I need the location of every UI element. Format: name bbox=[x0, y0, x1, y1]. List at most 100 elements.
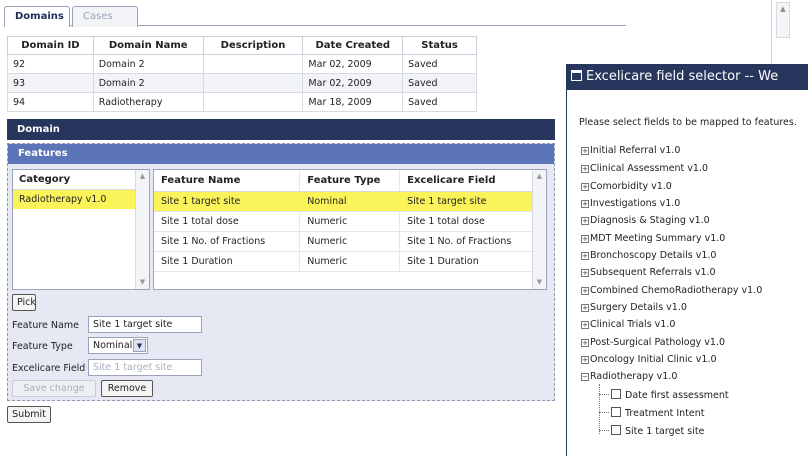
feature-scrollbar[interactable]: ▲ ▼ bbox=[532, 170, 546, 289]
cell-feature-type: Numeric bbox=[299, 231, 401, 252]
tree-item-post-surgical-pathology[interactable]: + Post-Surgical Pathology v1.0 bbox=[581, 337, 725, 348]
feature-row[interactable]: Site 1 target site Nominal Site 1 target… bbox=[154, 191, 534, 212]
col-status[interactable]: Status bbox=[402, 36, 477, 55]
feature-row[interactable]: Site 1 No. of Fractions Numeric Site 1 N… bbox=[154, 231, 534, 252]
cell-date-created: Mar 02, 2009 bbox=[302, 73, 404, 93]
page-scrollbar[interactable]: ▲ bbox=[776, 2, 790, 38]
scroll-down-icon[interactable]: ▼ bbox=[533, 276, 546, 289]
tree-item-label: Comorbidity v1.0 bbox=[590, 181, 672, 192]
category-item-radiotherapy[interactable]: Radiotherapy v1.0 bbox=[13, 190, 135, 209]
tree-item-label: MDT Meeting Summary v1.0 bbox=[590, 233, 726, 244]
pick-button[interactable]: Pick bbox=[12, 294, 36, 311]
plus-box-icon[interactable]: + bbox=[581, 165, 589, 173]
table-row[interactable]: 92 Domain 2 Mar 02, 2009 Saved bbox=[7, 54, 477, 74]
field-selector-popup: Excelicare field selector -- We Please s… bbox=[566, 64, 808, 456]
cell-domain-id: 92 bbox=[7, 54, 94, 74]
cell-date-created: Mar 02, 2009 bbox=[302, 54, 404, 74]
minus-box-icon[interactable]: − bbox=[581, 373, 589, 381]
tree-child-site-1-target-site[interactable]: Site 1 target site bbox=[599, 425, 704, 437]
tree-item-clinical-trials[interactable]: + Clinical Trials v1.0 bbox=[581, 319, 675, 330]
checkbox-icon[interactable] bbox=[611, 407, 621, 417]
col-excelicare-field[interactable]: Excelicare Field bbox=[399, 170, 534, 192]
cell-domain-id: 94 bbox=[7, 92, 94, 112]
cell-excelicare-field: Site 1 total dose bbox=[399, 211, 534, 232]
remove-button[interactable]: Remove bbox=[101, 380, 153, 397]
col-domain-id[interactable]: Domain ID bbox=[7, 36, 94, 55]
feature-row[interactable]: Site 1 total dose Numeric Site 1 total d… bbox=[154, 211, 534, 232]
plus-box-icon[interactable]: + bbox=[581, 183, 589, 191]
tree-item-investigations[interactable]: + Investigations v1.0 bbox=[581, 198, 680, 209]
tree-child-treatment-intent[interactable]: Treatment Intent bbox=[599, 407, 705, 419]
plus-box-icon[interactable]: + bbox=[581, 269, 589, 277]
tab-domains[interactable]: Domains bbox=[4, 6, 70, 27]
tab-cases[interactable]: Cases bbox=[72, 6, 138, 27]
chevron-down-icon[interactable]: ▼ bbox=[133, 339, 146, 352]
table-row[interactable]: 94 Radiotherapy Mar 18, 2009 Saved bbox=[7, 92, 477, 112]
tree-item-radiotherapy[interactable]: − Radiotherapy v1.0 bbox=[581, 371, 677, 382]
cell-excelicare-field: Site 1 Duration bbox=[399, 251, 534, 272]
feature-type-select[interactable]: Nominal ▼ bbox=[88, 337, 148, 354]
col-description[interactable]: Description bbox=[202, 36, 304, 55]
cell-feature-name: Site 1 Duration bbox=[154, 251, 301, 272]
tree-item-subsequent-referrals[interactable]: + Subsequent Referrals v1.0 bbox=[581, 267, 716, 278]
excelicare-field-input[interactable]: Site 1 target site bbox=[88, 359, 202, 376]
features-section-header[interactable]: Features bbox=[8, 144, 554, 164]
tree-branch bbox=[599, 394, 609, 395]
plus-box-icon[interactable]: + bbox=[581, 235, 589, 243]
col-feature-type[interactable]: Feature Type bbox=[299, 170, 401, 192]
plus-box-icon[interactable]: + bbox=[581, 147, 589, 155]
plus-box-icon[interactable]: + bbox=[581, 356, 589, 364]
feature-table-header: Feature Name Feature Type Excelicare Fie… bbox=[154, 170, 534, 192]
tree-item-combined-chemoradiotherapy[interactable]: + Combined ChemoRadiotherapy v1.0 bbox=[581, 285, 762, 296]
tree-item-mdt-meeting-summary[interactable]: + MDT Meeting Summary v1.0 bbox=[581, 233, 725, 244]
tree-item-surgery-details[interactable]: + Surgery Details v1.0 bbox=[581, 302, 687, 313]
save-change-button[interactable]: Save change bbox=[12, 380, 96, 397]
tree-item-label: Surgery Details v1.0 bbox=[590, 302, 687, 313]
tree-item-clinical-assessment[interactable]: + Clinical Assessment v1.0 bbox=[581, 163, 708, 174]
tree-item-initial-referral[interactable]: + Initial Referral v1.0 bbox=[581, 145, 680, 156]
cell-domain-id: 93 bbox=[7, 73, 94, 93]
plus-box-icon[interactable]: + bbox=[581, 304, 589, 312]
tree-item-label: Investigations v1.0 bbox=[590, 198, 681, 209]
checkbox-icon[interactable] bbox=[611, 425, 621, 435]
tree-item-bronchoscopy-details[interactable]: + Bronchoscopy Details v1.0 bbox=[581, 250, 716, 261]
feature-name-input[interactable]: Site 1 target site bbox=[88, 316, 202, 333]
cell-feature-name: Site 1 No. of Fractions bbox=[154, 231, 301, 252]
checkbox-icon[interactable] bbox=[611, 389, 621, 399]
category-scrollbar[interactable]: ▲ ▼ bbox=[135, 170, 149, 289]
plus-box-icon[interactable]: + bbox=[581, 217, 589, 225]
submit-button[interactable]: Submit bbox=[7, 406, 51, 423]
domain-section-header[interactable]: Domain bbox=[7, 119, 555, 140]
popup-titlebar[interactable]: Excelicare field selector -- We bbox=[567, 64, 808, 90]
cell-excelicare-field: Site 1 target site bbox=[399, 191, 534, 212]
scroll-up-icon[interactable]: ▲ bbox=[777, 3, 789, 15]
tree-item-oncology-initial-clinic[interactable]: + Oncology Initial Clinic v1.0 bbox=[581, 354, 717, 365]
col-domain-name[interactable]: Domain Name bbox=[92, 36, 204, 55]
feature-row[interactable]: Site 1 Duration Numeric Site 1 Duration bbox=[154, 251, 534, 272]
feature-type-label: Feature Type bbox=[12, 341, 73, 352]
plus-box-icon[interactable]: + bbox=[581, 200, 589, 208]
tree-item-label: Post-Surgical Pathology v1.0 bbox=[590, 337, 726, 348]
cell-excelicare-field: Site 1 No. of Fractions bbox=[399, 231, 534, 252]
cell-description bbox=[202, 54, 304, 74]
plus-box-icon[interactable]: + bbox=[581, 339, 589, 347]
scroll-up-icon[interactable]: ▲ bbox=[533, 170, 546, 183]
tree-item-diagnosis-staging[interactable]: + Diagnosis & Staging v1.0 bbox=[581, 215, 710, 226]
col-date-created[interactable]: Date Created bbox=[302, 36, 404, 55]
tree-item-label: Radiotherapy v1.0 bbox=[590, 371, 678, 382]
tree-branch bbox=[599, 412, 609, 413]
cell-domain-name: Domain 2 bbox=[92, 73, 204, 93]
cell-status: Saved bbox=[402, 73, 477, 93]
scroll-up-icon[interactable]: ▲ bbox=[136, 170, 149, 183]
tree-child-date-first-assessment[interactable]: Date first assessment bbox=[599, 389, 729, 401]
tree-item-label: Bronchoscopy Details v1.0 bbox=[590, 250, 717, 261]
scroll-down-icon[interactable]: ▼ bbox=[136, 276, 149, 289]
table-row[interactable]: 93 Domain 2 Mar 02, 2009 Saved bbox=[7, 73, 477, 93]
cell-description bbox=[202, 73, 304, 93]
plus-box-icon[interactable]: + bbox=[581, 287, 589, 295]
col-feature-name[interactable]: Feature Name bbox=[154, 170, 301, 192]
plus-box-icon[interactable]: + bbox=[581, 321, 589, 329]
tree-item-comorbidity[interactable]: + Comorbidity v1.0 bbox=[581, 181, 672, 192]
tree-child-label: Date first assessment bbox=[625, 390, 729, 401]
plus-box-icon[interactable]: + bbox=[581, 252, 589, 260]
